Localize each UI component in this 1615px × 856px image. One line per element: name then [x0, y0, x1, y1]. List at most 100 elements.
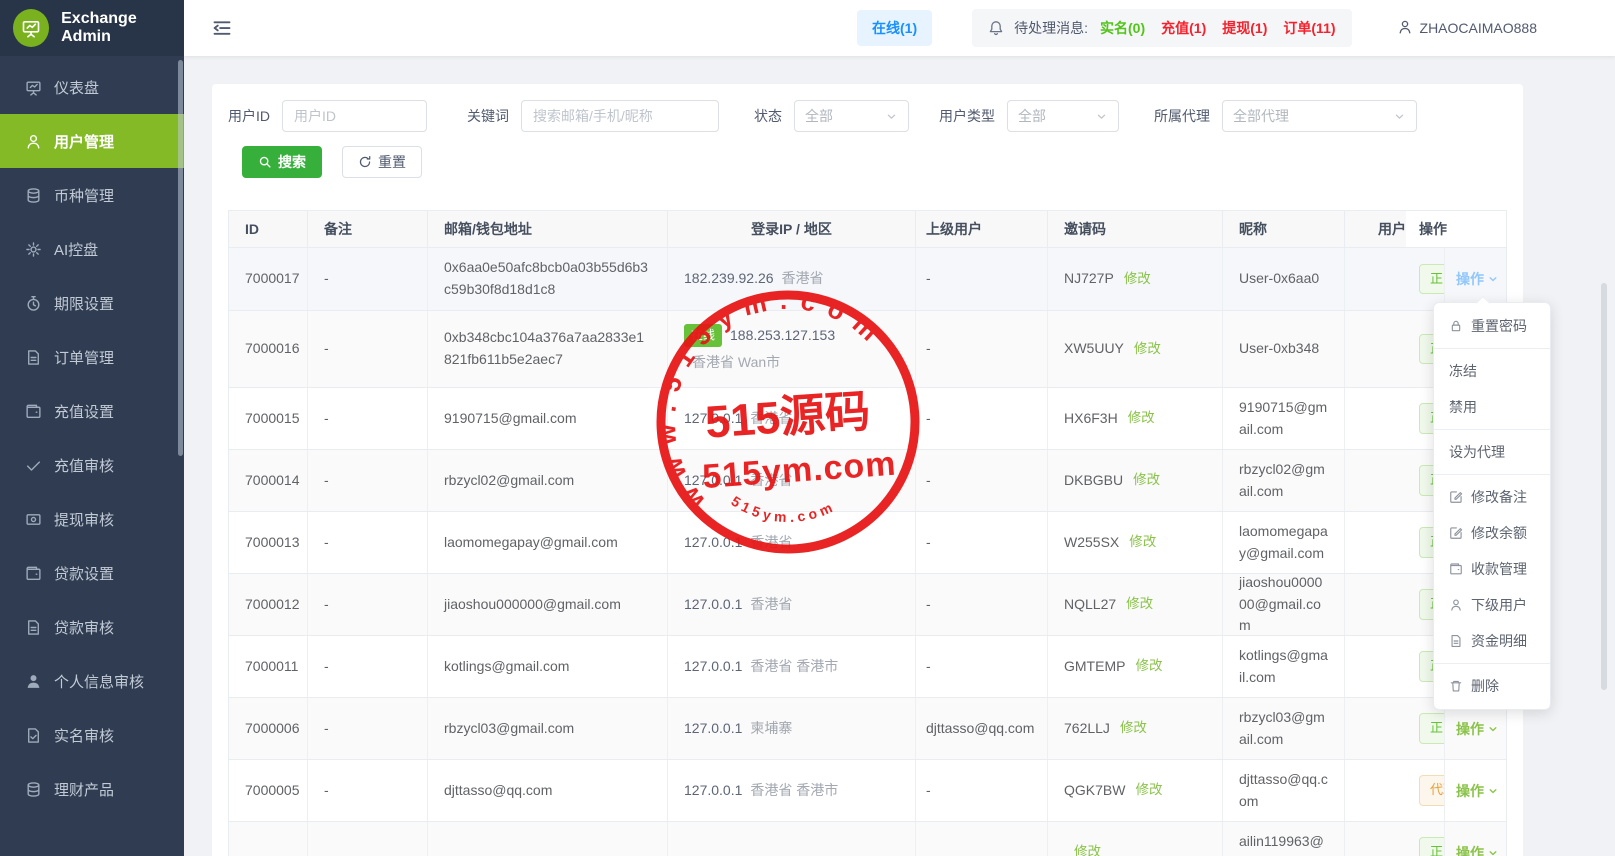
search-button[interactable]: 搜索 [242, 146, 322, 178]
sidebar-item-label: 提现审核 [54, 509, 114, 530]
person-filled-icon [25, 673, 42, 690]
sidebar-item[interactable]: 提现审核 [0, 492, 184, 546]
reset-button[interactable]: 重置 [342, 146, 422, 178]
modify-invite-link[interactable]: 修改 [1134, 339, 1161, 360]
trash-icon [1449, 679, 1463, 693]
keyword-input[interactable] [521, 100, 719, 132]
pending-message[interactable]: 实名(0) [1100, 18, 1145, 38]
sidebar-item[interactable]: 实名审核 [0, 708, 184, 762]
menu-item[interactable]: 资金明细 [1434, 623, 1550, 659]
parent-user: - [926, 338, 931, 360]
pending-messages: 待处理消息: 实名(0) 充值(1) 提现(1) 订单(11) [972, 9, 1351, 47]
login-region: 香港省 [750, 470, 792, 492]
sidebar-item-label: 实名审核 [54, 725, 114, 746]
action-dropdown-link[interactable]: 操作 [1456, 781, 1499, 801]
user-id: 7000014 [245, 470, 300, 492]
nickname: User-0xb348 [1239, 338, 1319, 360]
menu-item[interactable]: 重置密码 [1434, 308, 1550, 344]
page-scrollbar-thumb[interactable] [1601, 283, 1607, 690]
nickname: laomomegapay@gmail.com [1239, 521, 1328, 564]
action-dropdown-link[interactable]: 操作 [1456, 269, 1499, 289]
user-account-address: 0xb348cbc104a376a7aa2833e1821fb611b5e2ae… [444, 327, 651, 370]
login-region: 香港省 香港市 [750, 656, 838, 678]
menu-collapse-icon[interactable] [212, 18, 232, 38]
action-dropdown-link[interactable]: 操作 [1456, 719, 1499, 739]
user-id: 7000017 [245, 268, 300, 290]
menu-divider [1434, 474, 1550, 475]
sidebar-item[interactable]: 贷款审核 [0, 600, 184, 654]
sidebar-item-label: 仪表盘 [54, 77, 99, 98]
edit-icon [1449, 490, 1463, 504]
users-table: ID 备注 邮箱/钱包地址 登录IP / 地区 上级用户 邀请码 昵称 用户状态… [228, 210, 1507, 856]
modify-invite-link[interactable]: 修改 [1128, 408, 1155, 429]
user-type-select[interactable]: 全部 [1007, 100, 1119, 132]
search-icon [258, 155, 272, 169]
sidebar-item[interactable]: 个人信息审核 [0, 654, 184, 708]
user-account-address: laomomegapay@gmail.com [444, 532, 618, 554]
exchange-admin-app: Exchange Admin 仪表盘用户管理币种管理AI控盘期限设置订单管理充值… [0, 0, 1615, 856]
sidebar-item[interactable]: 充值设置 [0, 384, 184, 438]
user-account-address: djttasso@qq.com [444, 780, 552, 802]
invite-code: NJ727P [1064, 268, 1114, 290]
menu-item[interactable]: 禁用 [1434, 389, 1550, 425]
login-region: 香港省 [750, 594, 792, 616]
id-check-icon [25, 727, 42, 744]
row-action-cell: 操作 [1456, 822, 1506, 856]
modify-invite-link[interactable]: 修改 [1074, 842, 1101, 856]
modify-invite-link[interactable]: 修改 [1135, 656, 1162, 677]
user-note: - [324, 408, 329, 430]
menu-item[interactable]: 下级用户 [1434, 587, 1550, 623]
online-users-badge[interactable]: 在线(1) [857, 10, 932, 46]
action-dropdown-link[interactable]: 操作 [1456, 843, 1499, 856]
modify-invite-link[interactable]: 修改 [1126, 594, 1153, 615]
sidebar-item[interactable]: 订单管理 [0, 330, 184, 384]
modify-invite-link[interactable]: 修改 [1120, 718, 1147, 739]
user-note: - [324, 656, 329, 678]
menu-item[interactable]: 收款管理 [1434, 551, 1550, 587]
sidebar-item-label: 个人信息审核 [54, 671, 144, 692]
sidebar-item[interactable]: 充值审核 [0, 438, 184, 492]
nickname: rbzycl03@gmail.com [1239, 707, 1328, 750]
pending-messages-label: 待处理消息: [1014, 18, 1088, 38]
sidebar-item-label: 充值设置 [54, 401, 114, 422]
pending-message[interactable]: 充值(1) [1161, 18, 1206, 38]
status-select[interactable]: 全部 [794, 100, 909, 132]
modify-invite-link[interactable]: 修改 [1124, 269, 1151, 290]
user-id-input[interactable] [282, 100, 427, 132]
app-logo-chart-icon [13, 9, 49, 47]
invite-code: HX6F3H [1064, 408, 1118, 430]
sidebar-scrollbar-thumb[interactable] [178, 60, 183, 456]
menu-item[interactable]: 设为代理 [1434, 434, 1550, 470]
chevron-down-icon [1487, 785, 1499, 797]
sidebar-item[interactable]: 贷款设置 [0, 546, 184, 600]
table-row: 7000011 - kotlings@gmail.com 127.0.0.1 香… [229, 636, 1506, 698]
modify-invite-link[interactable]: 修改 [1135, 780, 1162, 801]
menu-item[interactable]: 修改余额 [1434, 515, 1550, 551]
parent-user: - [926, 532, 931, 554]
nickname: ailin119963@g [1239, 831, 1328, 856]
modify-invite-link[interactable]: 修改 [1133, 470, 1160, 491]
pending-message[interactable]: 订单(11) [1283, 18, 1335, 38]
table-row: 7000013 - laomomegapay@gmail.com 127.0.0… [229, 512, 1506, 574]
pending-message[interactable]: 提现(1) [1222, 18, 1267, 38]
user-management-card: 用户ID 关键词 状态 全部 用户类型 全部 [212, 84, 1523, 856]
menu-item[interactable]: 修改备注 [1434, 479, 1550, 515]
sidebar-item[interactable]: AI控盘 [0, 222, 184, 276]
agent-select[interactable]: 全部代理 [1222, 100, 1417, 132]
menu-item[interactable]: 冻结 [1434, 353, 1550, 389]
username: ZHAOCAIMAO888 [1420, 20, 1537, 36]
user-note: - [324, 470, 329, 492]
login-region: 香港省 香港市 [750, 780, 838, 802]
sidebar-item[interactable]: 仪表盘 [0, 60, 184, 114]
gear-icon [25, 241, 42, 258]
invite-code: XW5UUY [1064, 338, 1124, 360]
sidebar-item[interactable]: 期限设置 [0, 276, 184, 330]
sidebar-item[interactable]: 币种管理 [0, 168, 184, 222]
menu-item[interactable]: 删除 [1434, 668, 1550, 704]
keyword-label: 关键词 [467, 106, 509, 126]
sidebar-item[interactable]: 用户管理 [0, 114, 184, 168]
user-account[interactable]: ZHAOCAIMAO888 [1397, 19, 1537, 38]
modify-invite-link[interactable]: 修改 [1129, 532, 1156, 553]
sidebar-item[interactable]: 理财产品 [0, 762, 184, 816]
user-note: - [324, 718, 329, 740]
